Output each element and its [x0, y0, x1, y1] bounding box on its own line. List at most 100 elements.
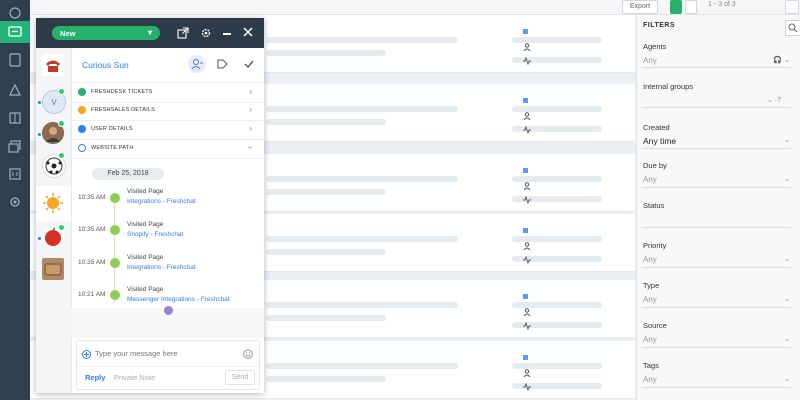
unread-dot [38, 101, 41, 104]
activity-icon [523, 256, 531, 264]
tickets-icon[interactable] [0, 21, 30, 43]
filter-source-value[interactable]: Any [643, 335, 657, 344]
section-freshdesk-tickets[interactable]: FRESHDESK TICKETS › [71, 82, 264, 103]
chevron-down-icon[interactable]: ⌄ [784, 255, 790, 263]
chevron-down-icon[interactable]: ⌄ [784, 375, 790, 383]
filter-created-label: Created [643, 123, 670, 132]
search-icon[interactable] [785, 20, 800, 36]
activity-icon [523, 383, 531, 391]
activity-icon [523, 57, 531, 65]
message-input[interactable] [95, 347, 235, 360]
filters-title: FILTERS [643, 22, 676, 29]
chevron-down-icon[interactable]: ⌄ [784, 175, 790, 183]
timeline-time: 10:35 AM [78, 226, 106, 233]
chevron-down-icon[interactable]: ⌄ [784, 335, 790, 343]
filter-type-value[interactable]: Any [643, 295, 657, 304]
timeline-time: 10:21 AM [78, 291, 106, 298]
timeline-link[interactable]: Shopify - Freshchat [127, 231, 183, 238]
gear-icon[interactable] [200, 27, 212, 39]
pagination-text: 1 - 3 of 3 [708, 1, 736, 8]
person-icon [523, 182, 531, 190]
avatar[interactable] [42, 258, 64, 280]
contacts-icon[interactable] [7, 52, 23, 68]
filter-due-by-value[interactable]: Any [643, 175, 657, 184]
resolve-checkmark-icon[interactable] [243, 58, 255, 70]
online-status-dot [58, 224, 65, 231]
activity-icon [523, 126, 531, 134]
date-separator: Feb 25, 2018 [92, 168, 164, 180]
filter-status-label: Status [643, 201, 665, 210]
assign-agent-icon[interactable] [188, 55, 206, 73]
freshsales-icon [78, 106, 86, 114]
avatar[interactable] [42, 192, 64, 214]
chevron-down-icon: › [246, 146, 256, 149]
filter-due-by-label: Due by [643, 161, 667, 170]
filter-type-label: Type [643, 281, 660, 290]
filter-priority-label: Priority [643, 241, 667, 250]
filter-tags-label: Tags [643, 361, 659, 370]
online-status-dot [58, 152, 65, 159]
section-website-path[interactable]: WEBSITE PATH › [71, 139, 264, 159]
status-square-icon [523, 29, 528, 34]
external-link-icon[interactable] [177, 27, 189, 39]
settings-gear-icon[interactable] [7, 194, 23, 210]
chevron-down-icon[interactable]: ⌄ ·? [767, 96, 781, 104]
freshdesk-icon [78, 88, 86, 96]
section-freshsales-details[interactable]: FRESHSALES DETAILS › [71, 101, 264, 121]
page-visit-icon [110, 258, 120, 268]
timeline-title: Visited Page [127, 286, 164, 293]
filter-agents-label: Agents [643, 42, 667, 51]
label-tag-icon[interactable] [216, 58, 228, 70]
timeline-link[interactable]: Integrations - Freshchat [127, 264, 196, 271]
filter-tags-value[interactable]: Any [643, 375, 657, 384]
companies-icon[interactable] [7, 82, 23, 98]
avatar[interactable] [42, 54, 64, 76]
page-visit-icon [110, 193, 120, 203]
person-icon [523, 112, 531, 120]
timeline-link[interactable]: Messenger Integrations - Freshchat [127, 296, 230, 303]
card-view-button[interactable] [670, 0, 682, 14]
online-status-dot [58, 120, 65, 127]
chevron-right-icon: › [249, 105, 252, 114]
contact-name[interactable]: Curious Sun [82, 60, 129, 70]
chevron-down-icon[interactable]: ⌄ [784, 56, 790, 64]
chevron-down-icon[interactable]: ⌄ [784, 295, 790, 303]
timeline-link[interactable]: Integrations - Freshchat [127, 198, 196, 205]
person-icon [523, 242, 531, 250]
tab-private-note[interactable]: Private Note [114, 373, 155, 382]
person-icon [523, 308, 531, 316]
reports-icon[interactable] [7, 166, 23, 182]
filter-priority-value[interactable]: Any [643, 255, 657, 264]
online-status-dot [58, 88, 65, 95]
prev-page-button[interactable] [785, 0, 799, 14]
table-view-button[interactable] [685, 0, 697, 14]
minimize-icon[interactable] [223, 33, 231, 35]
reply-composer: Reply Private Note Send [76, 340, 260, 390]
filter-agents-value[interactable]: Any [643, 56, 657, 65]
home-icon[interactable] [7, 5, 23, 21]
status-square-icon [523, 294, 528, 299]
status-square-icon [523, 168, 528, 173]
filter-created-value[interactable]: Any time [643, 136, 676, 146]
chevron-down-icon[interactable]: ⌄ [784, 136, 790, 144]
timeline-title: Visited Page [127, 254, 164, 261]
page-visit-icon [110, 290, 120, 300]
timeline-title: Visited Page [127, 221, 164, 228]
status-square-icon [523, 355, 528, 360]
unread-dot [38, 133, 41, 136]
knowledge-base-icon[interactable] [7, 110, 23, 126]
chevron-right-icon: › [249, 87, 252, 96]
conversation-list: V [36, 48, 72, 393]
tab-reply[interactable]: Reply [85, 373, 105, 382]
attach-plus-icon[interactable] [82, 350, 91, 359]
status-dropdown[interactable]: New ▾ [52, 26, 160, 40]
filter-internal-groups-label: Internal groups [643, 82, 694, 91]
emoji-icon[interactable] [243, 349, 253, 359]
export-button[interactable]: Export [622, 0, 658, 14]
new-message-indicator[interactable] [164, 306, 173, 315]
filter-source-label: Source [643, 321, 667, 330]
forums-icon[interactable] [7, 138, 23, 154]
send-button[interactable]: Send [225, 370, 255, 385]
section-user-details[interactable]: USER DETAILS › [71, 120, 264, 140]
close-icon[interactable] [243, 27, 253, 37]
